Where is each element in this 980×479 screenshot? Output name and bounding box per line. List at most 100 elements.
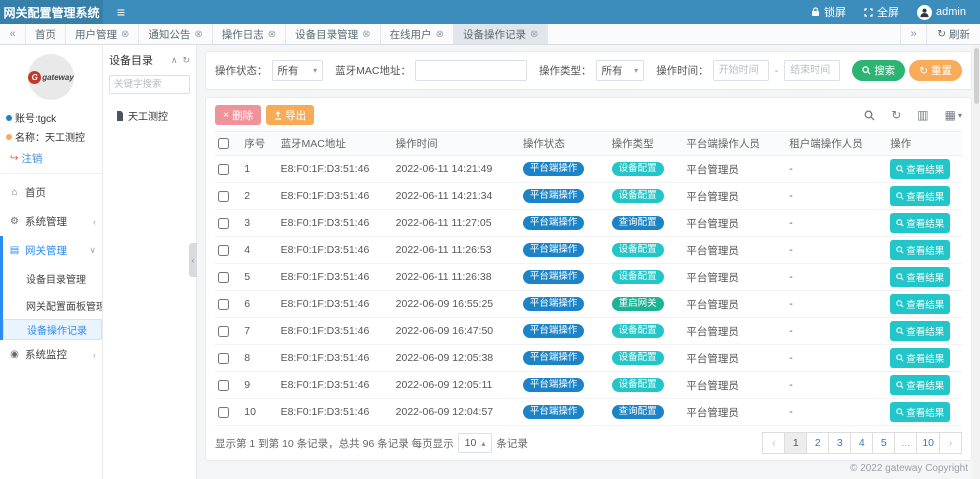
table-view-icon[interactable]: ▥ bbox=[917, 108, 928, 122]
tab-close-icon[interactable]: ⊗ bbox=[362, 29, 370, 40]
page-scrollbar[interactable] bbox=[973, 46, 980, 479]
tabs-scroll-left-icon[interactable]: « bbox=[0, 24, 26, 44]
row-checkbox[interactable] bbox=[218, 272, 229, 283]
panel-collapse-handle[interactable]: ‹ bbox=[189, 243, 197, 277]
view-result-button[interactable]: 查看结果 bbox=[890, 294, 950, 314]
logout-button[interactable]: ↪ 注销 bbox=[0, 146, 102, 174]
sidebar-item-设备目录管理[interactable]: 设备目录管理 bbox=[3, 265, 102, 292]
tab-close-icon[interactable]: ⊗ bbox=[121, 29, 129, 40]
fullscreen-icon bbox=[864, 8, 873, 17]
type-badge: 设备配置 bbox=[612, 162, 664, 176]
tab-close-icon[interactable]: ⊗ bbox=[436, 29, 444, 40]
status-badge: 平台端操作 bbox=[523, 297, 585, 311]
sidebar-item-设备操作记录[interactable]: 设备操作记录 bbox=[3, 319, 102, 340]
row-platform-operator: 平台管理员 bbox=[683, 372, 786, 399]
row-index: 10 bbox=[241, 399, 277, 426]
type-filter-select[interactable]: 所有 ▾ bbox=[596, 60, 645, 81]
row-checkbox[interactable] bbox=[218, 353, 229, 364]
row-checkbox[interactable] bbox=[218, 407, 229, 418]
table-search-icon[interactable] bbox=[864, 110, 875, 121]
end-time-input[interactable] bbox=[784, 60, 840, 81]
status-filter-select[interactable]: 所有 ▾ bbox=[272, 60, 324, 81]
row-checkbox[interactable] bbox=[218, 164, 229, 175]
sidebar-item-系统监控[interactable]: ◉系统监控‹ bbox=[0, 340, 102, 369]
export-button[interactable]: 导出 bbox=[266, 105, 314, 125]
view-result-button[interactable]: 查看结果 bbox=[890, 267, 950, 287]
row-checkbox[interactable] bbox=[218, 380, 229, 391]
tabs-scroll-right-icon[interactable]: » bbox=[900, 24, 926, 44]
table-row: 3E8:F0:1F:D3:51:462022-06-11 11:27:05平台端… bbox=[215, 210, 962, 237]
page-ellipsis[interactable]: ... bbox=[894, 432, 917, 454]
tab-在线用户[interactable]: 在线用户⊗ bbox=[381, 24, 454, 44]
search-button[interactable]: 搜索 bbox=[852, 60, 905, 81]
start-time-input[interactable] bbox=[713, 60, 769, 81]
row-tenant-operator: - bbox=[786, 318, 887, 345]
user-menu[interactable]: admin bbox=[917, 5, 966, 20]
tab-设备操作记录[interactable]: 设备操作记录⊗ bbox=[454, 24, 548, 44]
keyword-search-input[interactable] bbox=[109, 75, 190, 94]
row-mac: E8:F0:1F:D3:51:46 bbox=[278, 237, 393, 264]
status-badge: 平台端操作 bbox=[523, 216, 585, 230]
page-button-2[interactable]: 2 bbox=[806, 432, 829, 454]
mac-address-input[interactable] bbox=[415, 60, 527, 81]
row-platform-operator: 平台管理员 bbox=[683, 318, 786, 345]
page-size-select[interactable]: 10 ▴ bbox=[458, 433, 493, 453]
row-mac: E8:F0:1F:D3:51:46 bbox=[278, 399, 393, 426]
view-result-button[interactable]: 查看结果 bbox=[890, 348, 950, 368]
columns-toggle-icon[interactable]: ▦▾ bbox=[945, 108, 962, 122]
view-result-button[interactable]: 查看结果 bbox=[890, 213, 950, 233]
reset-button[interactable]: ↻ 重置 bbox=[909, 60, 962, 81]
tab-用户管理[interactable]: 用户管理⊗ bbox=[66, 24, 139, 44]
page-next-button[interactable]: › bbox=[939, 432, 962, 454]
view-result-button[interactable]: 查看结果 bbox=[890, 402, 950, 422]
username: admin bbox=[936, 6, 966, 18]
fullscreen-button[interactable]: 全屏 bbox=[864, 4, 899, 20]
table-row: 7E8:F0:1F:D3:51:462022-06-09 16:47:50平台端… bbox=[215, 318, 962, 345]
tab-通知公告[interactable]: 通知公告⊗ bbox=[139, 24, 212, 44]
row-platform-operator: 平台管理员 bbox=[683, 399, 786, 426]
tab-设备目录管理[interactable]: 设备目录管理⊗ bbox=[286, 24, 380, 44]
tab-操作日志[interactable]: 操作日志⊗ bbox=[213, 24, 286, 44]
view-result-button[interactable]: 查看结果 bbox=[890, 159, 950, 179]
page-button-3[interactable]: 3 bbox=[828, 432, 851, 454]
row-mac: E8:F0:1F:D3:51:46 bbox=[278, 210, 393, 237]
view-result-button[interactable]: 查看结果 bbox=[890, 186, 950, 206]
sidebar-item-首页[interactable]: ⌂首页 bbox=[0, 178, 102, 207]
records-table: 序号 蓝牙MAC地址 操作时间 操作状态 操作类型 平台端操作人员 租户端操作人… bbox=[215, 131, 962, 426]
table-body: 1E8:F0:1F:D3:51:462022-06-11 14:21:49平台端… bbox=[215, 156, 962, 426]
tab-首页[interactable]: 首页 bbox=[26, 24, 66, 44]
row-checkbox[interactable] bbox=[218, 299, 229, 310]
tree-item-device[interactable]: 天工测控 bbox=[109, 108, 190, 123]
collapse-up-icon[interactable]: ∧ bbox=[171, 55, 178, 66]
status-badge: 平台端操作 bbox=[523, 243, 585, 257]
sidebar-item-网关配置面板管理[interactable]: 网关配置面板管理‹ bbox=[3, 292, 102, 319]
view-result-button[interactable]: 查看结果 bbox=[890, 240, 950, 260]
view-result-button[interactable]: 查看结果 bbox=[890, 321, 950, 341]
panel-refresh-icon[interactable]: ↻ bbox=[182, 55, 190, 66]
table-refresh-icon[interactable]: ↻ bbox=[891, 108, 901, 122]
page-button-1[interactable]: 1 bbox=[784, 432, 807, 454]
select-all-checkbox[interactable] bbox=[218, 138, 229, 149]
page-button-4[interactable]: 4 bbox=[850, 432, 873, 454]
tab-close-icon[interactable]: ⊗ bbox=[194, 29, 202, 40]
top-navbar: 网关配置管理系统 ≡ 锁屏 全屏 admin bbox=[0, 0, 980, 24]
delete-button[interactable]: × 删除 bbox=[215, 105, 261, 125]
tab-close-icon[interactable]: ⊗ bbox=[530, 29, 538, 40]
table-row: 8E8:F0:1F:D3:51:462022-06-09 12:05:38平台端… bbox=[215, 345, 962, 372]
row-checkbox[interactable] bbox=[218, 245, 229, 256]
page-button-5[interactable]: 5 bbox=[872, 432, 895, 454]
row-checkbox[interactable] bbox=[218, 326, 229, 337]
row-mac: E8:F0:1F:D3:51:46 bbox=[278, 156, 393, 183]
tab-refresh-button[interactable]: ↻ 刷新 bbox=[926, 24, 980, 44]
sidebar-toggle-icon[interactable]: ≡ bbox=[103, 0, 139, 24]
sidebar-item-网关管理[interactable]: ▤网关管理∨ bbox=[3, 236, 102, 265]
tab-close-icon[interactable]: ⊗ bbox=[268, 29, 276, 40]
col-status: 操作状态 bbox=[520, 132, 609, 156]
view-result-button[interactable]: 查看结果 bbox=[890, 375, 950, 395]
page-button-10[interactable]: 10 bbox=[916, 432, 940, 454]
row-checkbox[interactable] bbox=[218, 218, 229, 229]
page-prev-button[interactable]: ‹ bbox=[762, 432, 785, 454]
lock-screen-button[interactable]: 锁屏 bbox=[811, 4, 846, 20]
row-checkbox[interactable] bbox=[218, 191, 229, 202]
sidebar-item-系统管理[interactable]: ⚙系统管理‹ bbox=[0, 207, 102, 236]
